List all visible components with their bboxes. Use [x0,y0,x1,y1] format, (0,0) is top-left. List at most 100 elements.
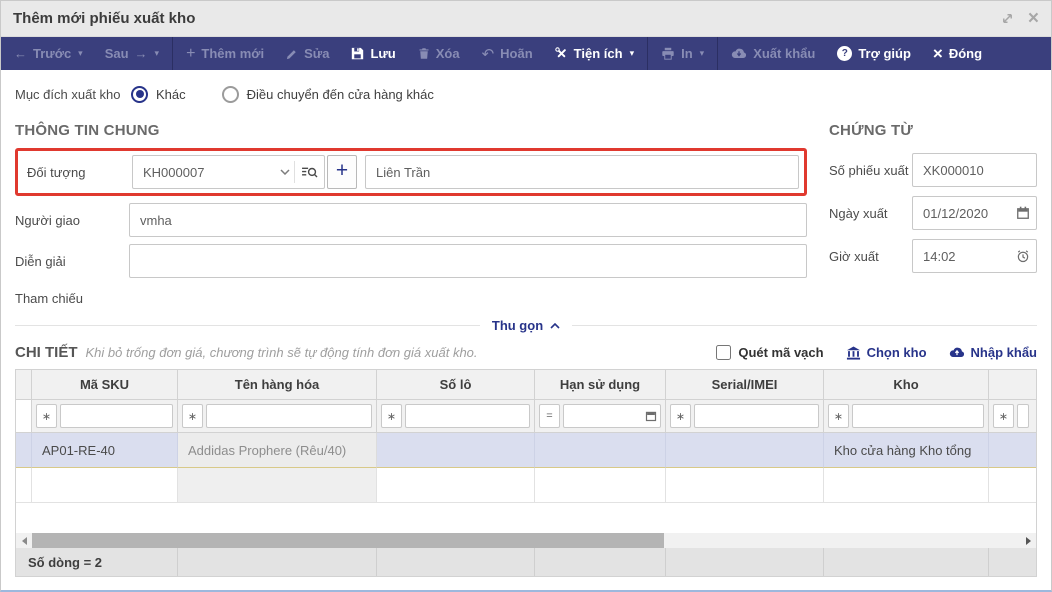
add-new-button[interactable]: + Thêm mới [175,37,275,70]
filter-partial: ∗ [989,400,1036,433]
search-list-icon[interactable] [295,166,324,179]
slip-number-input[interactable] [912,153,1037,187]
expand-icon[interactable] [1001,12,1014,25]
filter-partial-input[interactable] [1017,404,1029,428]
table-row[interactable] [16,468,1036,503]
tham-chieu-label: Tham chiếu [15,291,83,306]
toolbar-divider [717,37,719,70]
cell-serial[interactable] [666,468,824,503]
filter-kho-input[interactable] [852,404,984,428]
utilities-button[interactable]: Tiện ích ▾ [544,37,645,70]
arrow-right-icon: → [134,46,148,61]
filter-name-input[interactable] [206,404,372,428]
help-button[interactable]: ? Trợ giúp [826,37,922,70]
add-customer-button[interactable]: + [327,155,357,189]
printer-icon [661,47,675,60]
filter-operator-button[interactable]: ∗ [828,404,849,428]
close-icon[interactable]: × [1028,9,1039,28]
scroll-left-button[interactable] [16,533,32,548]
edit-button[interactable]: Sửa [275,37,340,70]
grid-filter-row: ∗ ∗ ∗ = ∗ ∗ ∗ [16,400,1036,433]
import-button[interactable]: Nhập khẩu [949,345,1037,360]
radio-unselected-icon[interactable] [221,85,239,103]
cell-lot[interactable] [377,433,535,468]
filter-operator-button[interactable]: = [539,404,560,428]
toolbar: ← Trước ▾ Sau → ▾ + Thêm mới Sửa Lưu Xóa… [1,37,1051,70]
prev-button[interactable]: ← Trước ▾ [3,37,94,70]
calendar-icon[interactable] [1016,206,1030,220]
customer-name-input[interactable] [365,155,799,189]
filter-sku-input[interactable] [60,404,173,428]
save-button[interactable]: Lưu [340,37,406,70]
cell-partial [989,468,1036,503]
choose-warehouse-button[interactable]: Chọn kho [846,345,927,360]
column-header-name[interactable]: Tên hàng hóa [178,370,377,400]
nguoi-giao-row: Người giao [15,203,807,237]
customer-code-combobox[interactable]: KH000007 [132,155,325,189]
cell-expiry[interactable] [535,468,666,503]
radio-option-dieu-chuyen[interactable]: Điều chuyển đến cửa hàng khác [221,85,434,103]
edit-label: Sửa [304,46,330,61]
cell-lot[interactable] [377,468,535,503]
cell-kho[interactable]: Kho cửa hàng Kho tổng [824,433,989,468]
deliverer-input[interactable] [129,203,807,237]
scrollbar-thumb[interactable] [32,533,664,548]
close-label: Đóng [948,46,983,61]
close-button[interactable]: × Đóng [922,37,993,70]
table-row[interactable]: AP01-RE-40 Addidas Prophere (Rêu/40) Kho… [16,433,1036,468]
collapse-toggle[interactable]: Thu gọn [480,318,572,333]
so-phieu-row: Số phiếu xuất [829,153,1037,187]
export-button[interactable]: Xuất khẩu [720,37,826,70]
column-header-lot[interactable]: Số lô [377,370,535,400]
document-section: CHỨNG TỪ Số phiếu xuất Ngày xuất [829,122,1037,306]
column-header-sku[interactable]: Mã SKU [32,370,178,400]
caret-down-icon: ▾ [78,48,83,58]
filter-operator-button[interactable]: ∗ [182,404,203,428]
next-button[interactable]: Sau → ▾ [94,37,170,70]
purpose-row: Mục đích xuất kho Khác Điều chuyển đến c… [15,82,1037,106]
general-info-section: THÔNG TIN CHUNG Đối tượng KH000007 + Liê… [15,122,807,306]
delete-button[interactable]: Xóa [407,37,471,70]
print-button[interactable]: In ▾ [650,37,715,70]
filter-serial-input[interactable] [694,404,819,428]
calendar-icon[interactable] [645,410,657,422]
cell-expiry[interactable] [535,433,666,468]
filter-operator-button[interactable]: ∗ [381,404,402,428]
export-slip-dialog: Thêm mới phiếu xuất kho × ← Trước ▾ Sau … [0,0,1052,592]
detail-grid: Mã SKU Tên hàng hóa Số lô Hạn sử dụng Se… [15,369,1037,503]
radio-label: Khác [156,86,186,102]
barcode-scan-checkbox[interactable]: Quét mã vạch [716,345,824,360]
gutter-filter [16,400,32,433]
gutter-header [16,370,32,400]
undo-button[interactable]: ↶ Hoãn [471,37,544,70]
radio-selected-icon[interactable] [131,85,148,103]
scrollbar-track[interactable] [664,533,1020,548]
cell-sku[interactable]: AP01-RE-40 [32,433,178,468]
column-header-kho[interactable]: Kho [824,370,989,400]
cell-serial[interactable] [666,433,824,468]
description-input[interactable] [129,244,807,278]
caret-down-icon: ▾ [629,48,635,58]
radio-option-khac[interactable]: Khác [131,85,186,103]
cloud-download-icon [731,47,747,60]
gio-xuat-row: Giờ xuất [829,239,1037,273]
horizontal-scrollbar[interactable] [15,533,1037,548]
clock-icon[interactable] [1016,249,1030,263]
scroll-right-button[interactable] [1020,533,1036,548]
barcode-checkbox-input[interactable] [716,345,732,360]
cell-sku[interactable] [32,468,178,503]
filter-lot-input[interactable] [405,404,530,428]
filter-operator-button[interactable]: ∗ [36,404,57,428]
column-header-serial[interactable]: Serial/IMEI [666,370,824,400]
import-label: Nhập khẩu [970,345,1037,360]
filter-operator-button[interactable]: ∗ [670,404,691,428]
radio-label: Điều chuyển đến cửa hàng khác [246,86,434,102]
dien-giai-label: Diễn giải [15,253,66,269]
cell-kho[interactable] [824,468,989,503]
column-header-expiry[interactable]: Hạn sử dụng [535,370,666,400]
print-label: In [681,46,693,61]
filter-name: ∗ [178,400,377,433]
question-icon: ? [837,46,853,61]
chevron-down-icon[interactable] [276,169,294,175]
filter-operator-button[interactable]: ∗ [993,404,1014,428]
